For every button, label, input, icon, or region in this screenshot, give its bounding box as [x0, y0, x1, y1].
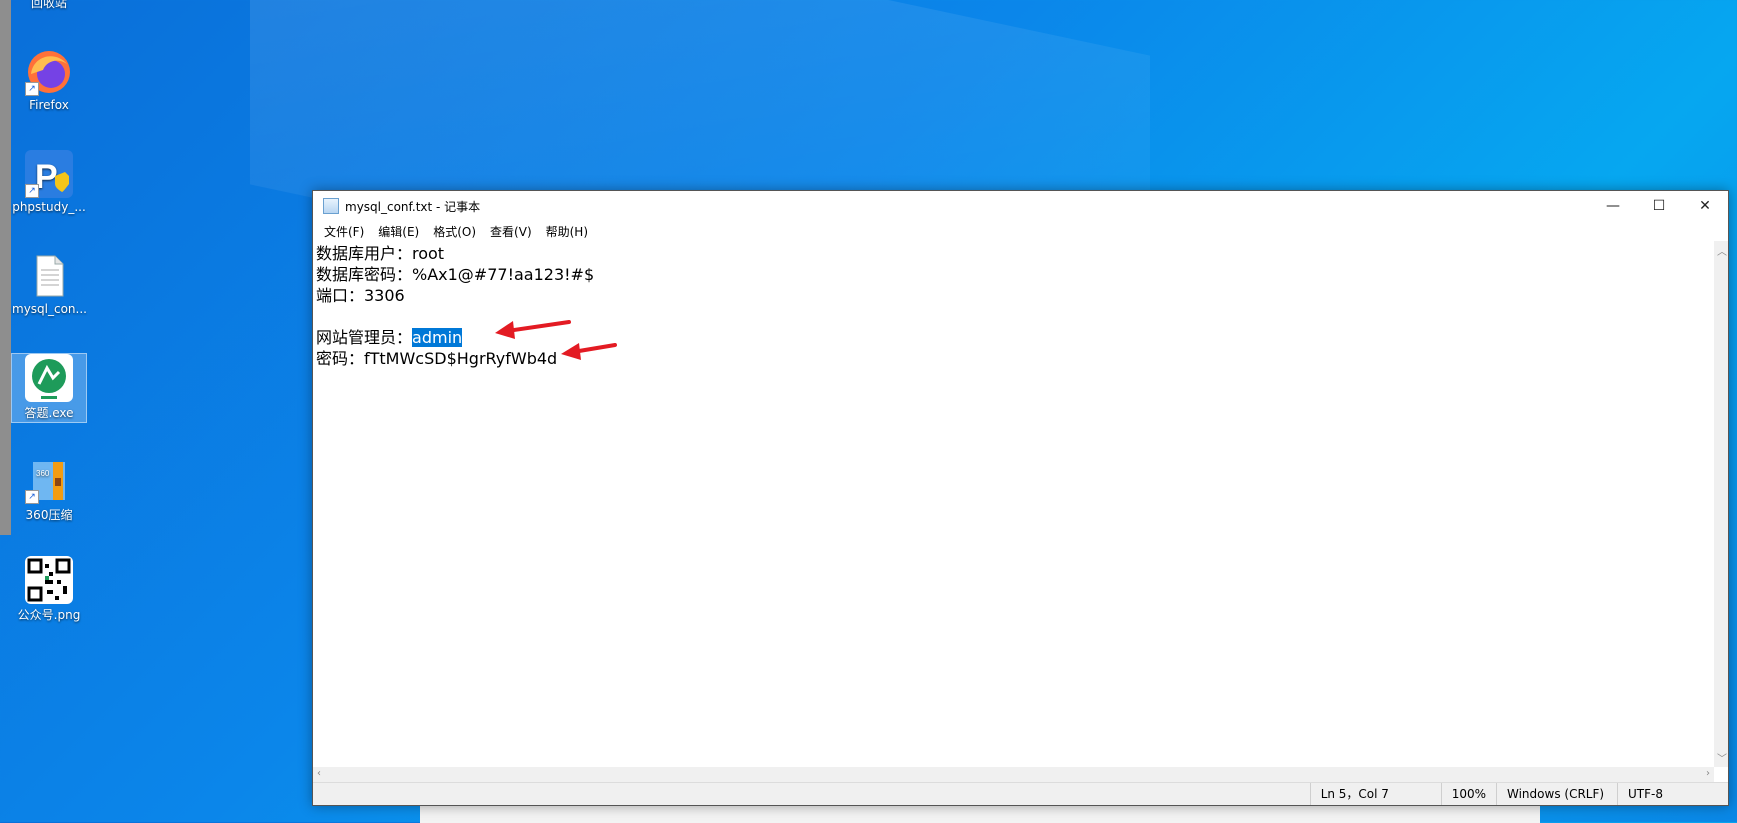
- desktop-icon-label: 答题.exe: [24, 406, 74, 420]
- scroll-right-icon[interactable]: ›: [1706, 768, 1710, 779]
- desktop-icon-360zip[interactable]: 360 ↗ 360压缩: [12, 456, 86, 523]
- text-file-icon: [25, 252, 73, 300]
- maximize-button[interactable]: ☐: [1636, 191, 1682, 221]
- text-line-admin-password: 密码：fTtMWcSD$HgrRyfWb4d: [316, 349, 558, 368]
- encoding: UTF-8: [1617, 783, 1728, 805]
- title-bar[interactable]: mysql_conf.txt - 记事本 — ☐ ✕: [313, 191, 1728, 221]
- desktop-icon-qr-png[interactable]: 公众号.png: [12, 556, 86, 623]
- site-admin-label: 网站管理员：: [316, 328, 413, 347]
- notepad-window: mysql_conf.txt - 记事本 — ☐ ✕ 文件(F) 编辑(E) 格…: [312, 190, 1729, 806]
- desktop-icon-exam-exe[interactable]: 答题.exe: [11, 353, 87, 423]
- scroll-left-icon[interactable]: ‹: [317, 768, 321, 779]
- desktop-icon-label: 公众号.png: [17, 608, 81, 622]
- desktop-icon-label: 360压缩: [25, 508, 73, 522]
- minimize-button[interactable]: —: [1590, 191, 1636, 221]
- exam-app-icon: [25, 354, 73, 402]
- annotation-arrow-password: [561, 343, 617, 360]
- text-line-port: 端口：3306: [316, 286, 405, 305]
- desktop-icon-phpstudy[interactable]: P ↗ phpstudy_...: [12, 150, 86, 214]
- notepad-icon: [323, 198, 339, 214]
- selected-text: admin: [412, 328, 463, 347]
- qr-code-icon: [25, 556, 73, 604]
- menu-view[interactable]: 查看(V): [483, 223, 539, 240]
- desktop-icon-label: mysql_con...: [12, 302, 87, 316]
- zip-archive-icon: 360 ↗: [25, 456, 73, 504]
- menu-help[interactable]: 帮助(H): [539, 223, 595, 240]
- menu-format[interactable]: 格式(O): [426, 223, 483, 240]
- status-bar: Ln 5，Col 7 100% Windows (CRLF) UTF-8: [313, 782, 1728, 805]
- phpstudy-icon: P ↗: [25, 150, 73, 198]
- background-window-edge: [420, 804, 1540, 823]
- svg-text:360: 360: [36, 469, 50, 478]
- menu-file[interactable]: 文件(F): [317, 223, 371, 240]
- desktop-icon-recycle-bin[interactable]: 回收站: [12, 0, 86, 11]
- desktop-icon-firefox[interactable]: ↗ Firefox: [12, 48, 86, 112]
- zoom-level: 100%: [1440, 783, 1496, 805]
- desktop-icon-mysql-conf[interactable]: mysql_con...: [12, 252, 87, 316]
- firefox-icon: ↗: [25, 48, 73, 96]
- desktop-icon-label: phpstudy_...: [12, 200, 86, 214]
- scroll-up-icon[interactable]: ︿: [1717, 243, 1727, 258]
- desktop-icon-label: Firefox: [29, 98, 69, 112]
- left-edge-strip: [0, 0, 11, 535]
- window-title: mysql_conf.txt - 记事本: [345, 199, 481, 214]
- desktop-icon-label: 回收站: [30, 0, 67, 10]
- menu-bar: 文件(F) 编辑(E) 格式(O) 查看(V) 帮助(H): [313, 221, 1728, 241]
- vertical-scrollbar[interactable]: ︿ ﹀: [1714, 241, 1728, 767]
- cursor-position: Ln 5，Col 7: [1309, 783, 1441, 805]
- text-line-db-user: 数据库用户：root: [316, 244, 445, 263]
- close-button[interactable]: ✕: [1682, 191, 1728, 221]
- scroll-down-icon[interactable]: ﹀: [1717, 750, 1727, 765]
- text-line-db-password: 数据库密码：%Ax1@#77!aa123!#$: [316, 265, 595, 284]
- menu-edit[interactable]: 编辑(E): [371, 223, 426, 240]
- horizontal-scrollbar[interactable]: ‹ ›: [313, 767, 1714, 783]
- line-ending: Windows (CRLF): [1496, 783, 1617, 805]
